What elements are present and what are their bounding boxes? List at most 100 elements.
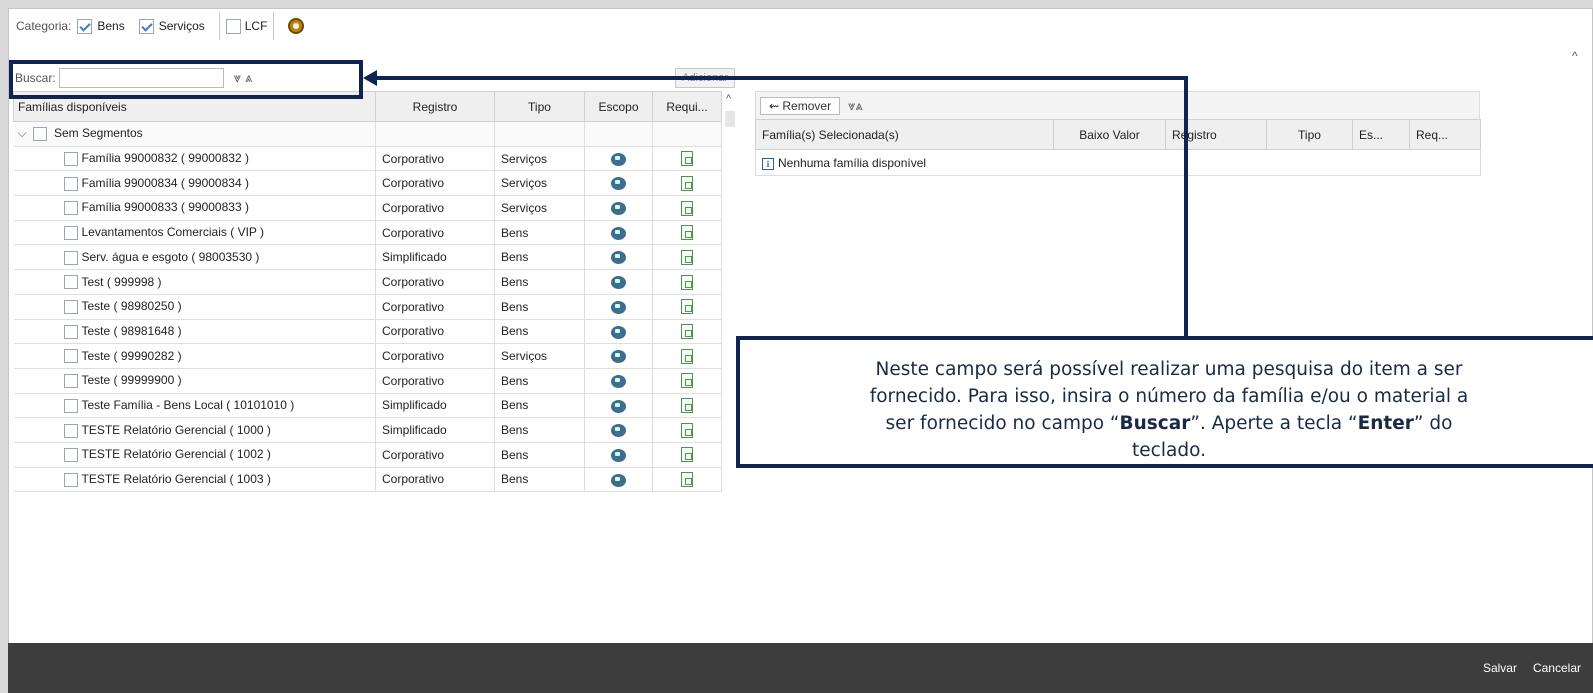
tipo-cell: Serviços [494, 146, 585, 172]
table-row[interactable]: Família 99000834 ( 99000834 ) Corporativo… [13, 170, 722, 197]
requirements-document-icon[interactable] [681, 299, 693, 315]
escopo-cell [584, 368, 653, 394]
empty-row: i Nenhuma família disponível [755, 149, 1481, 176]
table-row[interactable]: Teste ( 99990282 ) Corporativo Serviços [13, 343, 722, 369]
requirements-document-icon[interactable] [681, 472, 693, 488]
requirements-document-icon[interactable] [681, 447, 693, 463]
col-header-baixo-valor[interactable]: Baixo Valor [1053, 119, 1166, 150]
col-header-requisitos[interactable]: Requi... [652, 91, 722, 122]
table-row[interactable]: Teste Família - Bens Local ( 10101010 ) S… [13, 393, 722, 419]
bens-checkbox[interactable] [77, 18, 93, 34]
callout-line: Neste campo será possível realizar uma p… [875, 359, 1463, 380]
scroll-up-icon[interactable]: ^ [726, 93, 731, 105]
chevron-down-icon[interactable]: ⌵ [18, 126, 27, 140]
table-row[interactable]: Teste ( 98980250 ) Corporativo Bens [13, 294, 722, 320]
table-row[interactable]: Teste ( 98981648 ) Corporativo Bens [13, 319, 722, 345]
row-checkbox[interactable] [63, 176, 78, 191]
requirements-document-icon[interactable] [681, 151, 693, 167]
row-checkbox[interactable] [63, 374, 78, 389]
row-checkbox[interactable] [63, 201, 78, 216]
scope-search-icon[interactable] [611, 325, 626, 339]
table-row[interactable]: Test ( 999998 ) Corporativo Bens [13, 269, 722, 295]
table-row[interactable]: Serv. água e esgoto ( 98003530 ) Simplifi… [13, 244, 722, 271]
table-row[interactable]: Teste ( 99999900 ) Corporativo Bens [13, 368, 722, 394]
requirements-document-icon[interactable] [681, 200, 693, 216]
table-row[interactable]: TESTE Relatório Gerencial ( 1003 ) Corpor… [13, 467, 722, 493]
family-name: Test ( 999998 ) [81, 274, 162, 289]
scroll-thumb[interactable] [725, 111, 735, 127]
row-checkbox[interactable] [63, 226, 78, 240]
row-checkbox[interactable] [63, 151, 78, 166]
row-checkbox[interactable] [63, 472, 78, 487]
scope-search-icon[interactable] [611, 152, 626, 166]
family-name-cell: Família 99000832 ( 99000832 ) [13, 146, 376, 172]
col-header-escopo[interactable]: Escopo [584, 91, 653, 122]
scope-search-icon[interactable] [611, 473, 626, 487]
requirements-document-icon[interactable] [681, 348, 693, 364]
sort-icons[interactable]: ⩔⩓ [848, 98, 863, 114]
settings-icon[interactable] [288, 18, 305, 34]
row-checkbox[interactable] [63, 349, 78, 364]
registro-cell: Simplificado [375, 417, 495, 443]
col-header-escopo[interactable]: Es... [1352, 119, 1410, 150]
row-checkbox[interactable] [63, 250, 78, 265]
scope-search-icon[interactable] [611, 424, 626, 438]
requirements-document-icon[interactable] [681, 249, 693, 265]
group-checkbox[interactable] [32, 127, 47, 142]
table-row[interactable]: TESTE Relatório Gerencial ( 1000 ) Simpli… [13, 417, 722, 443]
registro-cell: Corporativo [375, 195, 495, 221]
col-header-tipo[interactable]: Tipo [1266, 119, 1353, 150]
row-checkbox[interactable] [63, 275, 78, 290]
callout-bold-buscar: Buscar [1119, 413, 1191, 434]
col-header-requisitos[interactable]: Req... [1409, 119, 1481, 150]
table-row[interactable]: Levantamentos Comerciais ( VIP ) Corporat… [13, 220, 722, 246]
category-option-servicos[interactable]: Serviços [138, 18, 205, 34]
row-checkbox[interactable] [63, 423, 78, 438]
cancel-button[interactable]: Cancelar [1533, 661, 1581, 675]
tipo-cell: Bens [494, 417, 585, 443]
row-checkbox[interactable] [63, 398, 78, 413]
col-header-registro[interactable]: Registro [375, 91, 495, 122]
table-row[interactable]: TESTE Relatório Gerencial ( 1002 ) Corpor… [13, 442, 722, 468]
requirements-document-icon[interactable] [681, 398, 693, 414]
scope-search-icon[interactable] [611, 226, 626, 240]
row-checkbox[interactable] [63, 448, 78, 463]
scope-search-icon[interactable] [611, 177, 626, 191]
requirements-document-icon[interactable] [681, 225, 693, 241]
row-checkbox[interactable] [63, 324, 78, 339]
category-option-lcf[interactable]: LCF [218, 12, 275, 40]
requisitos-cell [652, 442, 722, 468]
requirements-document-icon[interactable] [681, 422, 693, 438]
requirements-document-icon[interactable] [681, 274, 693, 290]
scope-search-icon[interactable] [611, 202, 626, 216]
empty-message: Nenhuma família disponível [778, 155, 927, 170]
family-name: Família 99000832 ( 99000832 ) [81, 151, 249, 166]
lcf-checkbox[interactable] [225, 18, 241, 34]
scope-search-icon[interactable] [611, 399, 626, 413]
scroll-up-icon[interactable]: ^ [1572, 49, 1578, 63]
col-header-selecionadas[interactable]: Família(s) Selecionada(s) [755, 119, 1054, 150]
table-row[interactable]: Família 99000832 ( 99000832 ) Corporativo… [13, 146, 722, 172]
scope-search-icon[interactable] [611, 251, 626, 265]
scope-search-icon[interactable] [611, 350, 626, 364]
requirements-document-icon[interactable] [681, 373, 693, 389]
remove-label: Remover [782, 98, 832, 113]
group-row[interactable]: ⌵ Sem Segmentos [13, 121, 722, 147]
scope-search-icon[interactable] [611, 448, 626, 462]
col-header-registro[interactable]: Registro [1165, 119, 1267, 150]
col-header-tipo[interactable]: Tipo [494, 91, 585, 122]
scope-search-icon[interactable] [611, 276, 626, 290]
family-name-cell: Teste ( 99999900 ) [13, 368, 376, 394]
save-button[interactable]: Salvar [1483, 661, 1517, 675]
requirements-document-icon[interactable] [681, 324, 693, 339]
scope-search-icon[interactable] [611, 374, 626, 388]
family-name: Serv. água e esgoto ( 98003530 ) [81, 249, 260, 264]
scope-search-icon[interactable] [611, 300, 626, 314]
table-row[interactable]: Família 99000833 ( 99000833 ) Corporativo… [13, 195, 722, 221]
requisitos-cell [652, 393, 722, 419]
row-checkbox[interactable] [63, 300, 78, 315]
requirements-document-icon[interactable] [681, 175, 693, 191]
remove-button[interactable]: ⇜ Remover [760, 96, 841, 115]
category-option-bens[interactable]: Bens [77, 18, 125, 34]
servicos-checkbox[interactable] [138, 18, 154, 34]
